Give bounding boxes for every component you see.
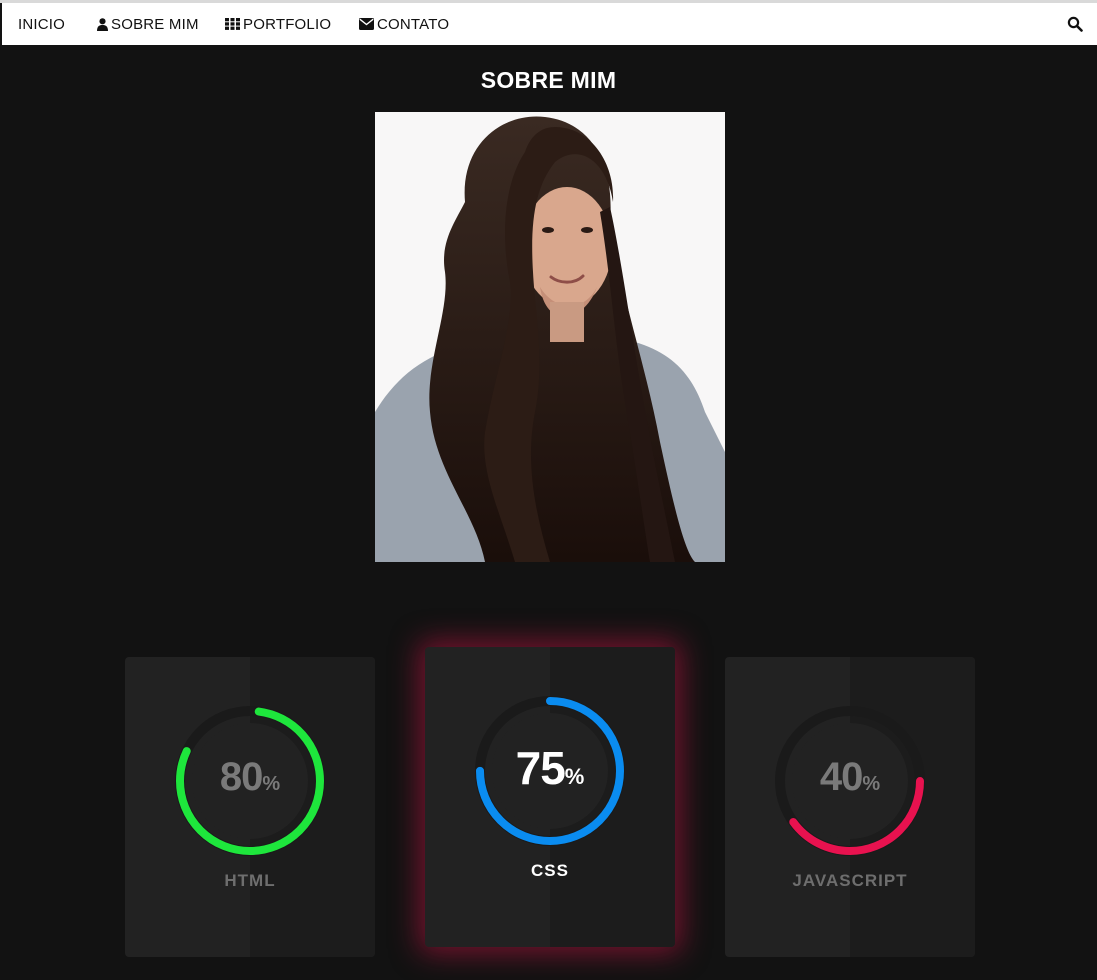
nav-item-label: INICIO xyxy=(18,15,66,33)
nav-item-sobre-mim[interactable]: SOBRE MIM xyxy=(97,3,199,45)
nav-item-label: CONTATO xyxy=(377,15,450,33)
user-icon xyxy=(97,17,108,31)
skill-label: HTML xyxy=(224,871,276,890)
profile-photo xyxy=(375,112,725,562)
nav-item-portfolio[interactable]: PORTFOLIO xyxy=(225,3,331,45)
skill-card-javascript[interactable]: 40% JAVASCRIPT xyxy=(725,657,975,957)
top-navbar: INICIO SOBRE MIM PORTFOLIO CONTATO xyxy=(2,3,1097,45)
nav-item-label: SOBRE MIM xyxy=(111,15,199,33)
skill-card-html[interactable]: 80% HTML xyxy=(125,657,375,957)
grid-icon xyxy=(225,18,240,30)
skill-percent: 75% xyxy=(515,742,585,794)
nav-item-inicio[interactable]: INICIO xyxy=(18,3,65,45)
nav-item-label: PORTFOLIO xyxy=(243,15,332,33)
nav-item-contato[interactable]: CONTATO xyxy=(359,3,449,45)
search-icon[interactable] xyxy=(1067,16,1083,32)
skill-percent: 80% xyxy=(219,755,281,799)
skill-percent: 40% xyxy=(819,755,881,799)
skill-card-css[interactable]: 75% CSS xyxy=(425,647,675,947)
skill-label: CSS xyxy=(531,861,569,880)
page-title: SOBRE MIM xyxy=(480,67,617,93)
about-section: SOBRE MIM 80% HTML 75% CSS 40% JAVASCRIP… xyxy=(0,45,1097,980)
envelope-icon xyxy=(359,18,374,30)
skill-label: JAVASCRIPT xyxy=(792,871,908,890)
